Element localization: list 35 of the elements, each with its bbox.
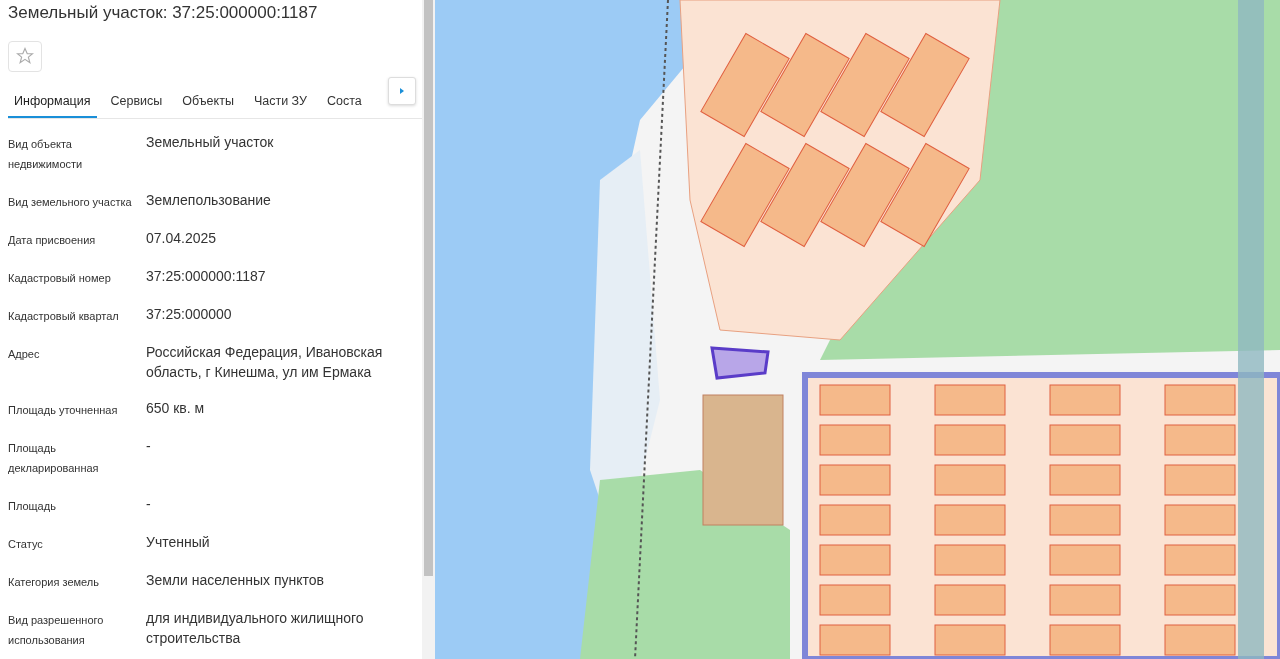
- field-value: Учтенный: [146, 533, 211, 552]
- field-label: Площадь декларированная: [8, 441, 100, 476]
- field-label: Вид разрешенного использования: [8, 613, 105, 648]
- field-value: 07.04.2025: [146, 229, 218, 248]
- field-label: Статус: [8, 537, 44, 552]
- scroll-tabs-button[interactable]: [388, 76, 416, 105]
- field-value: для индивидуального жилищного строительства: [146, 609, 365, 648]
- field-value: Землепользование: [146, 191, 272, 210]
- field-label: Адрес: [8, 347, 41, 362]
- tab[interactable]: Информация: [8, 85, 97, 118]
- field-label: Площадь: [8, 499, 57, 514]
- tab[interactable]: Соста: [321, 85, 368, 118]
- scrollbar[interactable]: [424, 0, 433, 576]
- field-value: -: [146, 495, 152, 514]
- field-label: Вид объекта недвижимости: [8, 137, 84, 172]
- favorite-button[interactable]: [8, 40, 42, 72]
- field-value: Российская Федерация, Ивановская область, г Кинешма, ул им Ермака: [146, 343, 384, 382]
- caret-right-icon: [398, 86, 406, 95]
- tab[interactable]: Части ЗУ: [247, 85, 313, 118]
- field-value: 650 кв. м: [146, 399, 206, 418]
- tab[interactable]: Объекты: [176, 85, 240, 118]
- field-label: Вид земельного участка: [8, 195, 133, 210]
- parcel-title: Земельный участок: 37:25:000000:1187: [7, 2, 319, 24]
- field-label: Кадастровый номер: [8, 271, 112, 286]
- field-label: Площадь уточненная: [8, 403, 119, 418]
- field-value: 37:25:000000:1187: [146, 267, 267, 286]
- field-value: Земельный участок: [146, 133, 275, 152]
- field-label: Дата присвоения: [8, 233, 97, 248]
- field-value: Земли населенных пунктов: [146, 571, 326, 590]
- tab[interactable]: Сервисы: [104, 85, 169, 118]
- star-icon: [16, 47, 34, 66]
- field-value: -: [146, 437, 152, 456]
- field-value: 37:25:000000: [146, 305, 233, 324]
- field-label: Категория земель: [8, 575, 100, 590]
- field-label: Кадастровый квартал: [8, 309, 120, 324]
